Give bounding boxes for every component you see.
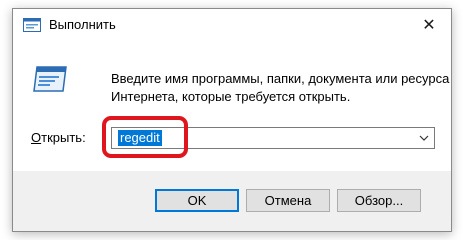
dropdown-button[interactable] — [414, 128, 434, 148]
run-program-icon — [33, 66, 67, 92]
run-dialog: Выполнить ✕ Введите имя программы, папки… — [12, 8, 452, 232]
run-icon — [23, 18, 41, 32]
open-input-selected-text[interactable]: regedit — [118, 130, 162, 146]
open-label: Открыть: — [31, 130, 86, 145]
window-title: Выполнить — [49, 17, 116, 32]
chevron-down-icon — [419, 135, 429, 141]
description-text: Введите имя программы, папки, документа … — [111, 70, 450, 106]
close-icon: ✕ — [422, 17, 436, 34]
open-label-accelerator: О — [31, 130, 42, 145]
title-bar[interactable]: Выполнить ✕ — [13, 9, 451, 41]
button-bar: OK Отмена Обзор... — [13, 171, 451, 231]
close-button[interactable]: ✕ — [407, 9, 451, 41]
open-label-text: ткрыть: — [41, 130, 86, 145]
description-line-1: Введите имя программы, папки, документа … — [111, 71, 450, 86]
description-line-2: Интернета, которые требуется открыть. — [111, 89, 351, 104]
cancel-button[interactable]: Отмена — [246, 189, 330, 212]
ok-button[interactable]: OK — [155, 189, 239, 212]
open-combobox[interactable]: regedit — [111, 127, 435, 149]
dialog-body: Введите имя программы, папки, документа … — [13, 41, 451, 171]
browse-button[interactable]: Обзор... — [337, 189, 421, 212]
